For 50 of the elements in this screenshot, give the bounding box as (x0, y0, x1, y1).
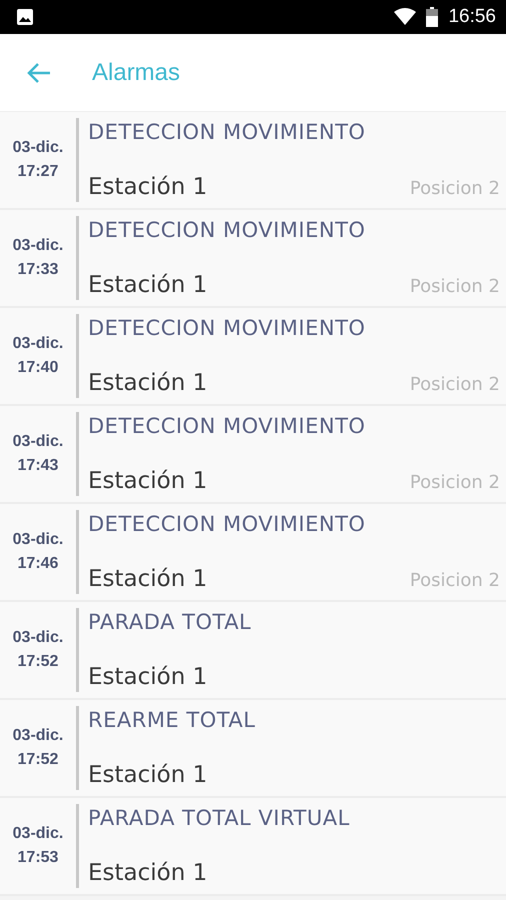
alarm-title: DETECCION MOVIMIENTO (88, 120, 366, 144)
alarm-title: DETECCION MOVIMIENTO (88, 218, 366, 242)
alarm-station: Estación 1 (88, 762, 208, 788)
alarm-station: Estación 1 (88, 566, 208, 592)
alarm-date: 03-dic. (12, 628, 64, 648)
alarm-time: 17:46 (18, 554, 58, 574)
alarm-row[interactable]: 03-dic. 17:33 DETECCION MOVIMIENTO Estación 1 Posicion 2 (0, 210, 506, 308)
alarm-date: 03-dic. (12, 726, 64, 746)
alarm-time: 17:53 (18, 848, 58, 868)
alarm-position: Posicion 2 (410, 178, 500, 199)
alarm-title: DETECCION MOVIMIENTO (88, 316, 366, 340)
alarm-position: Posicion 2 (410, 276, 500, 297)
alarm-position: Posicion 2 (410, 472, 500, 493)
alarm-date: 03-dic. (12, 432, 64, 452)
alarm-date: 03-dic. (12, 334, 64, 354)
alarm-station: Estación 1 (88, 272, 208, 298)
alarm-row[interactable]: 03-dic. 17:52 PARADA TOTAL Estación 1 (0, 602, 506, 700)
alarm-time: 17:52 (18, 750, 58, 770)
alarm-time: 17:40 (18, 358, 58, 378)
alarm-station: Estación 1 (88, 860, 208, 886)
alarm-title: DETECCION MOVIMIENTO (88, 512, 366, 536)
alarm-row[interactable]: 03-dic. 17:43 DETECCION MOVIMIENTO Estación 1 Posicion 2 (0, 406, 506, 504)
alarm-row[interactable]: 03-dic. 17:53 PARADA TOTAL VIRTUAL Estación 1 (0, 798, 506, 896)
alarm-station: Estación 1 (88, 468, 208, 494)
alarm-time: 17:27 (18, 162, 58, 182)
alarm-time: 17:52 (18, 652, 58, 672)
alarm-row[interactable]: 03-dic. 17:46 DETECCION MOVIMIENTO Estación 1 Posicion 2 (0, 504, 506, 602)
alarm-position: Posicion 2 (410, 570, 500, 591)
screen-title: Alarmas (92, 58, 180, 86)
alarm-date: 03-dic. (12, 824, 64, 844)
alarm-position: Posicion 2 (410, 374, 500, 395)
alarm-time: 17:43 (18, 456, 58, 476)
alarm-date: 03-dic. (12, 530, 64, 550)
image-icon (16, 8, 34, 26)
alarm-station: Estación 1 (88, 174, 208, 200)
battery-icon (426, 7, 438, 27)
status-time: 16:56 (448, 6, 496, 28)
alarm-time: 17:33 (18, 260, 58, 280)
alarm-row[interactable]: 03-dic. 17:52 REARME TOTAL Estación 1 (0, 700, 506, 798)
alarm-title: DETECCION MOVIMIENTO (88, 414, 366, 438)
alarm-station: Estación 1 (88, 370, 208, 396)
alarm-title: REARME TOTAL (88, 708, 256, 732)
alarm-date: 03-dic. (12, 236, 64, 256)
alarm-row[interactable]: 03-dic. 17:40 DETECCION MOVIMIENTO Estación 1 Posicion 2 (0, 308, 506, 406)
wifi-icon (394, 8, 416, 26)
alarm-row[interactable]: 03-dic. 17:27 DETECCION MOVIMIENTO Estación 1 Posicion 2 (0, 112, 506, 210)
alarm-station: Estación 1 (88, 664, 208, 690)
alarm-date: 03-dic. (12, 138, 64, 158)
alarm-title: PARADA TOTAL (88, 610, 252, 634)
alarm-title: PARADA TOTAL VIRTUAL (88, 806, 351, 830)
